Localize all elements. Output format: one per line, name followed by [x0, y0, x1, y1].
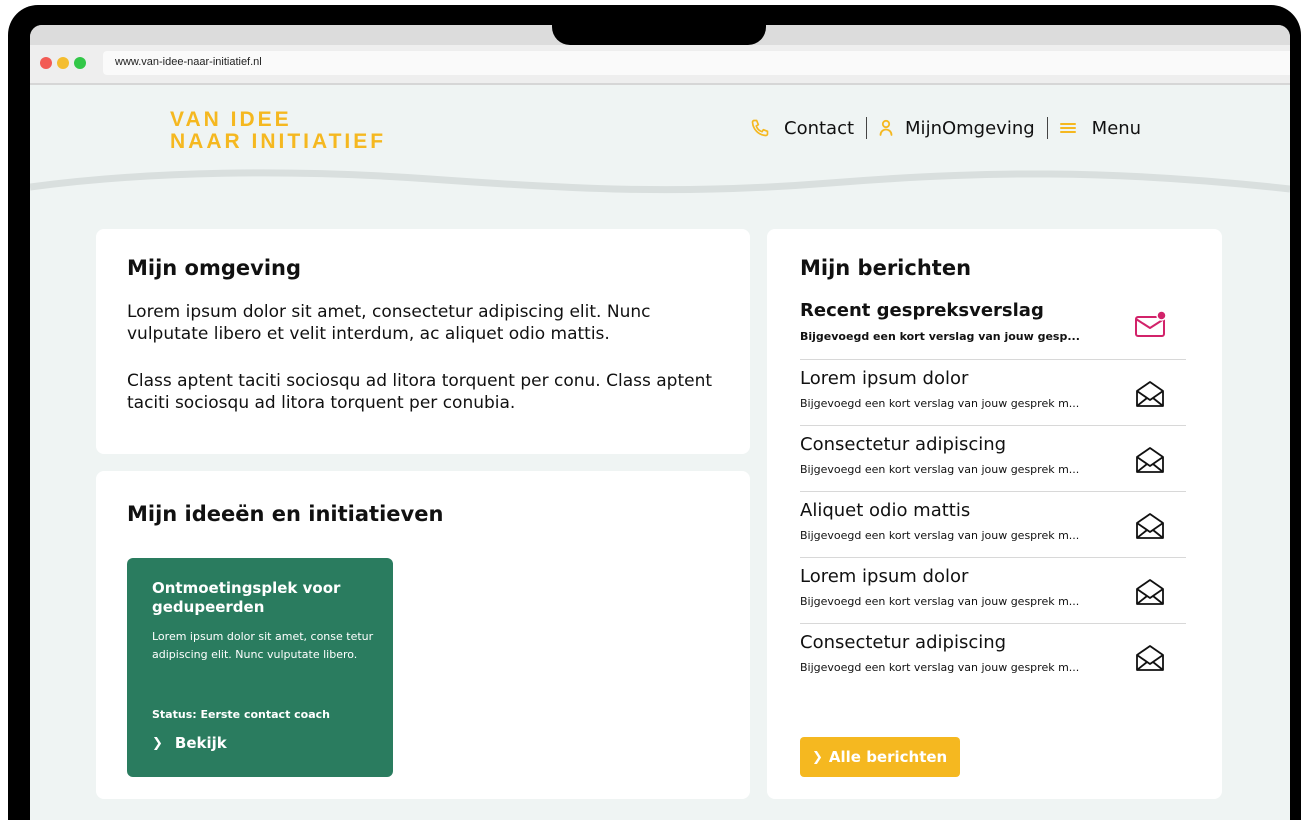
nav-divider	[1046, 117, 1048, 139]
message-title: Recent gespreksverslag	[800, 300, 1044, 321]
open-mail-icon	[1134, 511, 1166, 545]
nav-mijnomgeving-label: MijnOmgeving	[905, 117, 1035, 139]
nav-menu[interactable]: Menu	[1059, 117, 1142, 139]
open-mail-icon	[1134, 643, 1166, 677]
site-logo[interactable]: VAN IDEE NAAR INITIATIEF	[170, 109, 386, 153]
phone-icon	[750, 118, 770, 138]
mijn-omgeving-paragraph-1: Lorem ipsum dolor sit amet, consectetur …	[127, 302, 651, 344]
chevron-right-icon: ❯	[812, 749, 823, 765]
alle-berichten-label: Alle berichten	[828, 748, 948, 766]
open-mail-icon	[1134, 445, 1166, 479]
initiative-description: Lorem ipsum dolor sit amet, conse tetur …	[152, 630, 374, 661]
logo-line-1: VAN IDEE	[170, 108, 292, 131]
nav-contact-label: Contact	[784, 117, 855, 139]
nav-mijnomgeving[interactable]: MijnOmgeving	[879, 118, 1035, 139]
open-mail-icon	[1134, 379, 1166, 413]
mijn-omgeving-card: Mijn omgeving Lorem ipsum dolor sit amet…	[96, 229, 750, 454]
mijn-ideeen-title: Mijn ideeën en initiatieven	[127, 502, 444, 526]
bekijk-label: Bekijk	[174, 734, 227, 752]
message-subtitle: Bijgevoegd een kort verslag van jouw ges…	[800, 595, 1080, 608]
header-wave-divider	[30, 169, 1290, 194]
initiative-card[interactable]: Ontmoetingsplek voor gedupeerden Lorem i…	[127, 558, 393, 777]
address-bar[interactable]: www.van-idee-naar-initiatief.nl	[103, 51, 1290, 75]
hamburger-icon	[1059, 121, 1076, 135]
message-subtitle: Bijgevoegd een kort verslag van jouw ges…	[800, 397, 1080, 410]
camera-notch	[552, 5, 766, 45]
mijn-omgeving-paragraph-2: Class aptent taciti sociosqu ad litora t…	[127, 371, 713, 413]
mijn-berichten-title: Mijn berichten	[800, 256, 972, 280]
mijn-omgeving-title: Mijn omgeving	[127, 256, 302, 280]
message-item[interactable]: Consectetur adipiscing Bijgevoegd een ko…	[800, 426, 1186, 492]
nav-contact[interactable]: Contact	[750, 118, 854, 139]
nav-divider	[866, 117, 868, 139]
screen: www.van-idee-naar-initiatief.nl VAN IDEE…	[30, 25, 1290, 820]
initiative-title: Ontmoetingsplek voor gedupeerden	[152, 579, 341, 616]
bekijk-link[interactable]: ❯ Bekijk	[152, 734, 227, 752]
close-window-button[interactable]	[40, 57, 52, 69]
mijn-berichten-card: Mijn berichten Recent gespreksverslag Bi…	[767, 229, 1222, 799]
message-title: Lorem ipsum dolor	[800, 566, 969, 587]
open-mail-icon	[1134, 577, 1166, 611]
message-item[interactable]: Recent gespreksverslag Bijgevoegd een ko…	[800, 294, 1186, 360]
alle-berichten-button[interactable]: ❯ Alle berichten	[800, 737, 960, 777]
user-icon	[879, 119, 893, 137]
message-item[interactable]: Consectetur adipiscing Bijgevoegd een ko…	[800, 624, 1186, 690]
mijn-ideeen-card: Mijn ideeën en initiatieven Ontmoetingsp…	[96, 471, 750, 799]
minimize-window-button[interactable]	[57, 57, 69, 69]
message-title: Aliquet odio mattis	[800, 500, 971, 521]
nav-menu-label: Menu	[1091, 117, 1142, 139]
maximize-window-button[interactable]	[74, 57, 86, 69]
message-item[interactable]: Lorem ipsum dolor Bijgevoegd een kort ve…	[800, 360, 1186, 426]
message-item[interactable]: Aliquet odio mattis Bijgevoegd een kort …	[800, 492, 1186, 558]
initiative-status: Status: Eerste contact coach	[152, 708, 331, 721]
top-navigation: Contact MijnOmgeving Menu	[750, 116, 1141, 140]
unread-mail-icon	[1134, 308, 1168, 342]
message-title: Consectetur adipiscing	[800, 434, 1007, 455]
message-subtitle: Bijgevoegd een kort verslag van jouw ges…	[800, 463, 1080, 476]
message-subtitle: Bijgevoegd een kort verslag van jouw ges…	[800, 330, 1080, 343]
message-title: Consectetur adipiscing	[800, 632, 1007, 653]
logo-line-2: NAAR INITIATIEF	[170, 130, 387, 153]
message-title: Lorem ipsum dolor	[800, 368, 969, 389]
message-item[interactable]: Lorem ipsum dolor Bijgevoegd een kort ve…	[800, 558, 1186, 624]
message-subtitle: Bijgevoegd een kort verslag van jouw ges…	[800, 529, 1080, 542]
message-subtitle: Bijgevoegd een kort verslag van jouw ges…	[800, 661, 1080, 674]
chevron-right-icon: ❯	[152, 735, 163, 751]
